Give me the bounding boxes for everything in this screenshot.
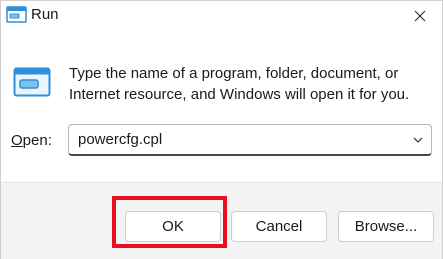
ok-button-highlight	[112, 196, 227, 248]
open-label-access-key: O	[11, 132, 23, 149]
run-dialog: Run Type the name of a program, folder, …	[0, 0, 443, 259]
open-input-value[interactable]: powercfg.cpl	[78, 131, 162, 149]
close-button[interactable]	[398, 1, 442, 31]
open-combobox[interactable]: powercfg.cpl	[68, 124, 432, 156]
run-dialog-icon	[6, 6, 27, 23]
open-label: Open:	[11, 132, 52, 150]
window-title: Run	[31, 6, 59, 23]
chevron-down-icon[interactable]	[412, 134, 424, 146]
dialog-description: Type the name of a program, folder, docu…	[69, 65, 410, 103]
run-dialog-icon	[13, 67, 51, 97]
close-icon	[414, 10, 426, 22]
open-label-text: pen:	[22, 132, 52, 149]
title-bar: Run	[1, 1, 442, 31]
browse-button[interactable]: Browse...	[338, 211, 434, 242]
cancel-button[interactable]: Cancel	[231, 211, 327, 242]
